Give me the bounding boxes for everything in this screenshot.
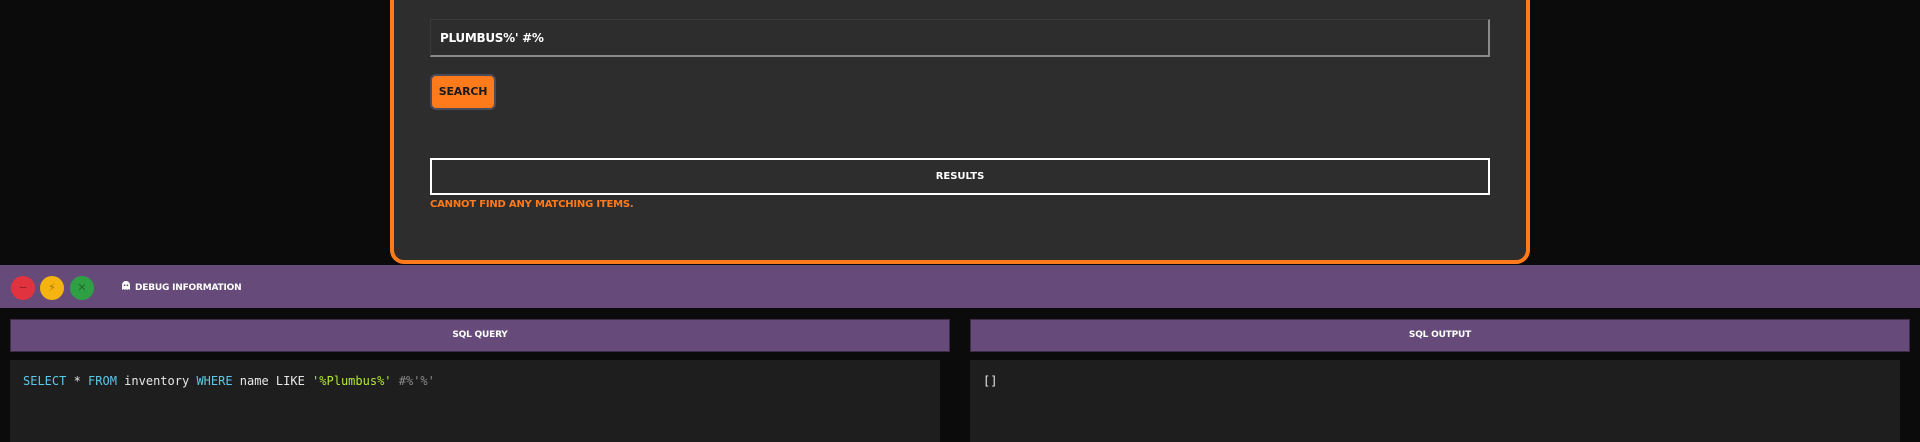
debug-title: DEBUG INFORMATION <box>121 281 242 293</box>
sql-token: * <box>66 374 89 388</box>
sql-string: '%Plumbus%' <box>312 374 392 388</box>
page: PLUMBUS%' #% SEARCH RESULTS CANNOT FIND … <box>0 0 1920 442</box>
close-icon: − <box>18 281 28 294</box>
sql-query-header: SQL QUERY <box>10 319 950 352</box>
search-input[interactable]: PLUMBUS%' #% <box>430 19 1490 57</box>
ghost-icon <box>122 281 130 290</box>
sql-keyword: WHERE <box>196 374 233 388</box>
sql-token: name LIKE <box>232 374 313 388</box>
sql-query-code: SELECT * FROM inventory WHERE name LIKE … <box>10 360 940 442</box>
sql-query-panel: SQL QUERY SELECT * FROM inventory WHERE … <box>0 308 960 442</box>
sql-output-panel: SQL OUTPUT [] <box>960 308 1920 442</box>
sql-keyword: SELECT <box>23 374 67 388</box>
minimize-button[interactable]: ⚡ <box>40 276 64 300</box>
maximize-button[interactable]: ✕ <box>70 276 94 300</box>
debug-bar: − ⚡ ✕ DEBUG INFORMATION <box>0 265 1920 308</box>
no-results-message: CANNOT FIND ANY MATCHING ITEMS. <box>430 199 634 210</box>
sql-comment: #%'%' <box>391 374 435 388</box>
debug-title-label: DEBUG INFORMATION <box>135 283 242 293</box>
sql-keyword: FROM <box>88 374 117 388</box>
sql-output-header: SQL OUTPUT <box>970 319 1910 352</box>
minimize-icon: ⚡ <box>48 281 56 294</box>
close-button[interactable]: − <box>11 276 35 300</box>
sql-output-code: [] <box>970 360 1900 442</box>
sql-token: inventory <box>116 374 197 388</box>
results-header: RESULTS <box>430 158 1490 195</box>
maximize-icon: ✕ <box>77 281 87 294</box>
search-button[interactable]: SEARCH <box>430 74 496 110</box>
